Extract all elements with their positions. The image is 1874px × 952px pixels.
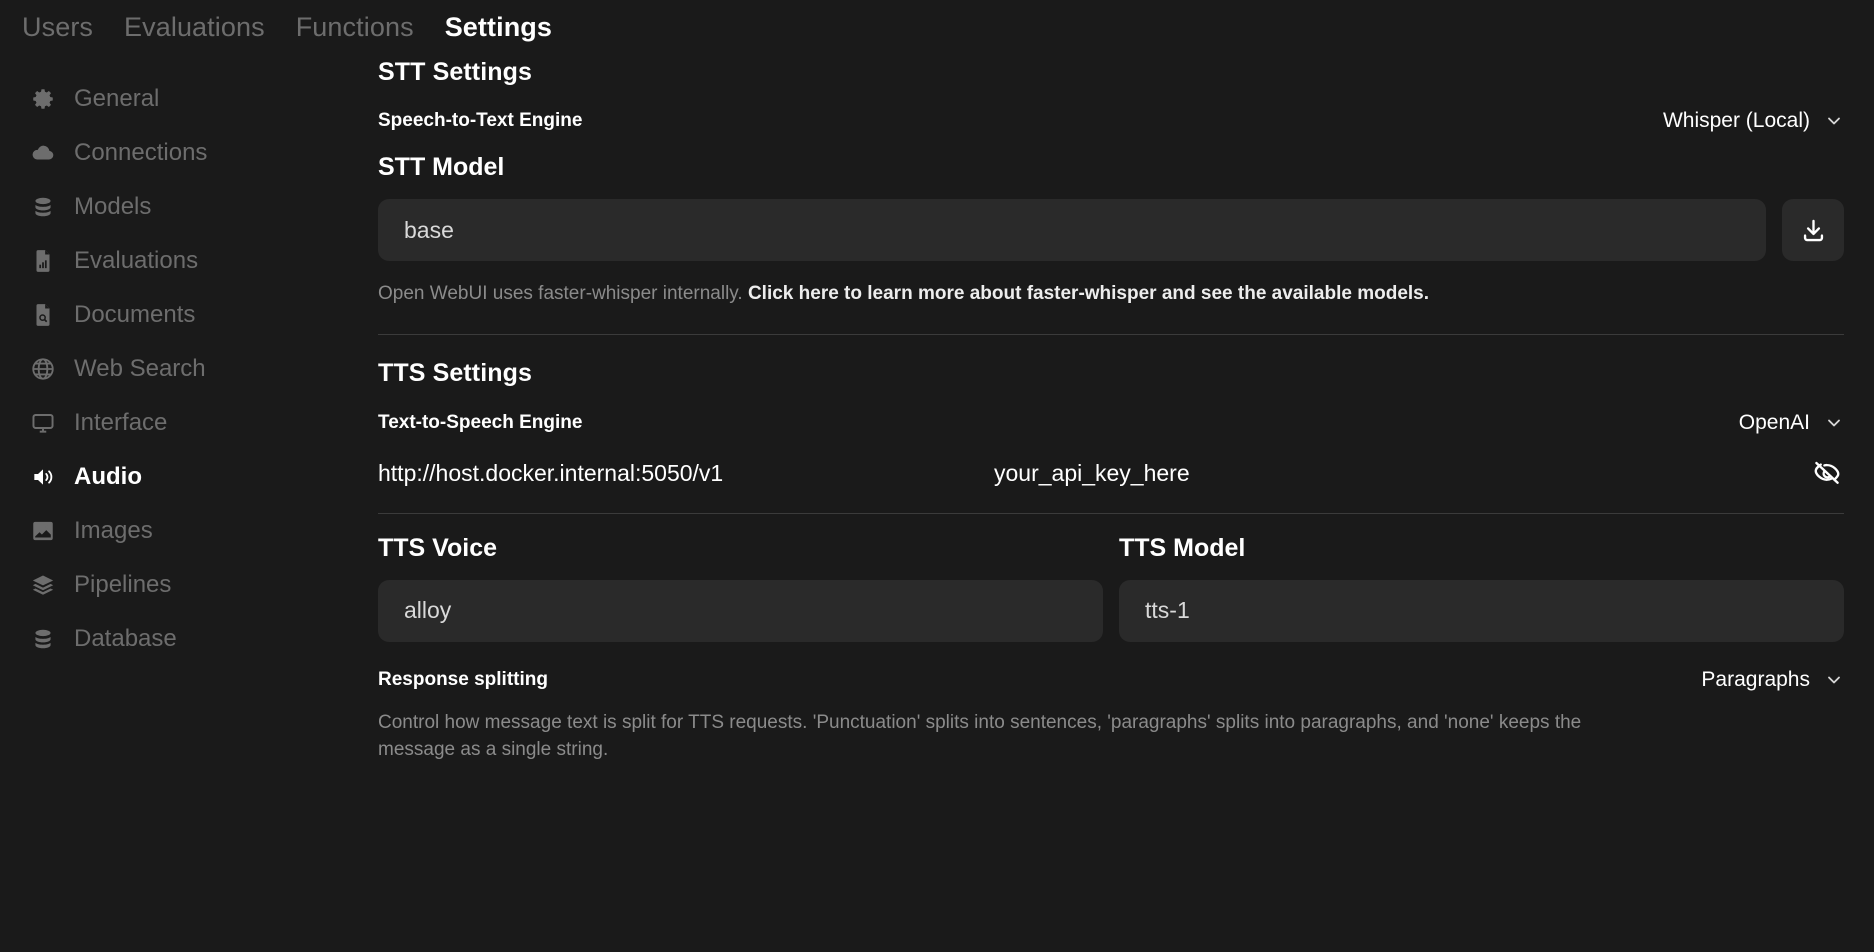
stt-helper-text: Open WebUI uses faster-whisper internall… (378, 281, 1844, 308)
stt-helper-prefix: Open WebUI uses faster-whisper internall… (378, 283, 748, 304)
tts-voice-group: TTS Voice (378, 534, 1103, 642)
tab-settings[interactable]: Settings (445, 12, 552, 43)
tts-voice-label: TTS Voice (378, 534, 1103, 563)
sidebar-item-label: Images (74, 517, 153, 545)
sidebar-item-audio[interactable]: Audio (18, 450, 318, 504)
sidebar-item-interface[interactable]: Interface (18, 396, 318, 450)
section-divider (378, 334, 1844, 335)
response-splitting-row: Response splitting Paragraphs (378, 668, 1844, 692)
response-splitting-value: Paragraphs (1701, 668, 1810, 692)
tts-voice-model-row: TTS Voice TTS Model (378, 534, 1844, 642)
tts-model-input[interactable] (1119, 580, 1844, 642)
sidebar-item-label: Documents (74, 301, 195, 329)
sidebar-item-models[interactable]: Models (18, 180, 318, 234)
stt-engine-select[interactable]: Whisper (Local) (1663, 109, 1844, 133)
sidebar-item-label: Database (74, 625, 177, 653)
sidebar-item-label: Interface (74, 409, 167, 437)
sidebar-item-label: Pipelines (74, 571, 171, 599)
settings-sidebar: General Connections Models Evaluations D… (18, 72, 318, 666)
stt-engine-row: Speech-to-Text Engine Whisper (Local) (378, 109, 1844, 133)
tts-api-base-url-input[interactable] (378, 460, 994, 487)
sidebar-item-label: Evaluations (74, 247, 198, 275)
tab-functions[interactable]: Functions (296, 12, 414, 43)
sidebar-item-label: Web Search (74, 355, 206, 383)
tts-divider (378, 513, 1844, 514)
sidebar-item-pipelines[interactable]: Pipelines (18, 558, 318, 612)
layers-icon (30, 572, 56, 598)
tts-api-base-url-wrap (378, 460, 994, 487)
tts-model-label: TTS Model (1119, 534, 1844, 563)
monitor-icon (30, 410, 56, 436)
stt-model-row (378, 199, 1844, 261)
sidebar-item-label: General (74, 85, 159, 113)
eye-off-icon (1812, 459, 1842, 489)
stt-model-download-button[interactable] (1782, 199, 1844, 261)
response-splitting-select[interactable]: Paragraphs (1701, 668, 1844, 692)
tab-users[interactable]: Users (22, 12, 93, 43)
database-icon (30, 626, 56, 652)
stt-model-label: STT Model (378, 153, 1844, 182)
chevron-down-icon (1824, 111, 1844, 131)
top-tab-bar: Users Evaluations Functions Settings (22, 12, 552, 43)
tts-voice-input[interactable] (378, 580, 1103, 642)
cloud-icon (30, 140, 56, 166)
sidebar-item-images[interactable]: Images (18, 504, 318, 558)
tts-api-key-wrap (994, 457, 1844, 491)
tts-engine-label: Text-to-Speech Engine (378, 412, 582, 434)
tts-api-key-input[interactable] (994, 460, 1798, 487)
speaker-icon (30, 464, 56, 490)
stt-engine-value: Whisper (Local) (1663, 109, 1810, 133)
tts-credentials-row (378, 457, 1844, 491)
sidebar-item-label: Models (74, 193, 151, 221)
sidebar-item-documents[interactable]: Documents (18, 288, 318, 342)
chevron-down-icon (1824, 413, 1844, 433)
image-icon (30, 518, 56, 544)
sidebar-item-connections[interactable]: Connections (18, 126, 318, 180)
sidebar-item-database[interactable]: Database (18, 612, 318, 666)
stt-settings-heading: STT Settings (378, 58, 1844, 87)
tab-evaluations[interactable]: Evaluations (124, 12, 265, 43)
tts-settings-heading: TTS Settings (378, 359, 1844, 388)
document-chart-icon (30, 248, 56, 274)
audio-settings-panel: STT Settings Speech-to-Text Engine Whisp… (378, 58, 1844, 764)
sidebar-item-label: Audio (74, 463, 142, 491)
sidebar-item-evaluations[interactable]: Evaluations (18, 234, 318, 288)
globe-icon (30, 356, 56, 382)
sidebar-item-general[interactable]: General (18, 72, 318, 126)
sidebar-item-web-search[interactable]: Web Search (18, 342, 318, 396)
stt-engine-label: Speech-to-Text Engine (378, 110, 582, 132)
tts-engine-value: OpenAI (1739, 411, 1810, 435)
gear-icon (30, 86, 56, 112)
sidebar-item-label: Connections (74, 139, 207, 167)
tts-engine-select[interactable]: OpenAI (1739, 411, 1844, 435)
database-icon (30, 194, 56, 220)
faster-whisper-link[interactable]: Click here to learn more about faster-wh… (748, 283, 1429, 304)
chevron-down-icon (1824, 670, 1844, 690)
tts-api-key-visibility-toggle[interactable] (1810, 457, 1844, 491)
document-search-icon (30, 302, 56, 328)
tts-model-group: TTS Model (1119, 534, 1844, 642)
download-icon (1800, 217, 1827, 244)
response-splitting-help: Control how message text is split for TT… (378, 710, 1618, 764)
stt-model-input[interactable] (378, 199, 1766, 261)
tts-engine-row: Text-to-Speech Engine OpenAI (378, 411, 1844, 435)
response-splitting-label: Response splitting (378, 669, 548, 691)
